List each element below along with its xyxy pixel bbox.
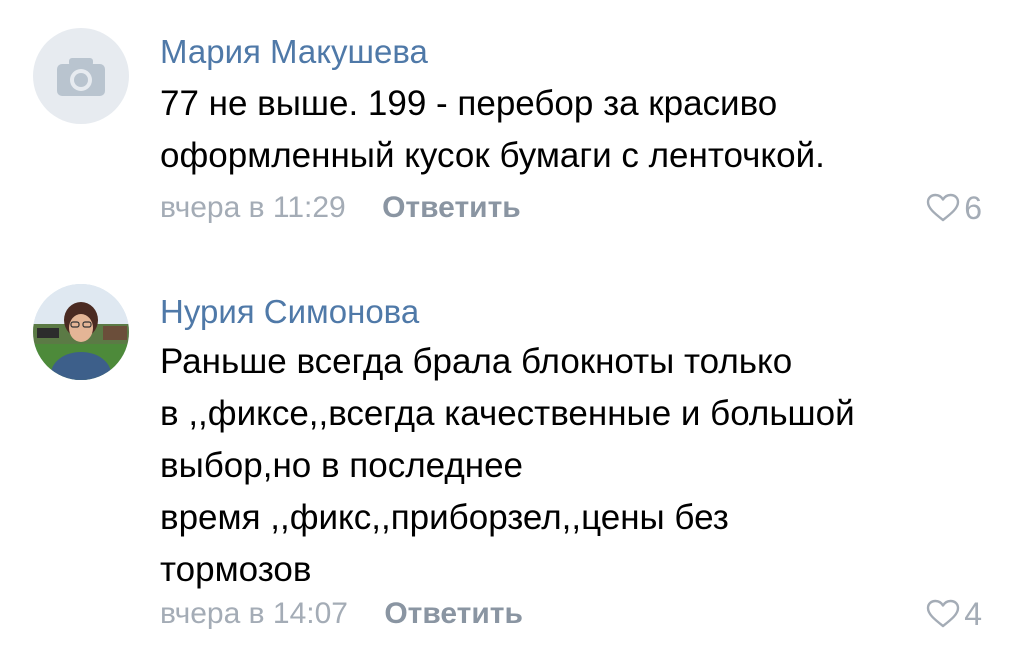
camera-icon [57, 58, 105, 96]
comment: Нурия Симонова Раньше всегда брала блокн… [0, 250, 1024, 670]
comment-text: 77 не выше. 199 - перебор за красиво офо… [160, 78, 980, 182]
user-photo [33, 284, 129, 380]
comment-meta: вчера в 11:29 Ответить [160, 190, 521, 226]
like-count: 4 [964, 596, 982, 632]
comment-text-line: 77 не выше. 199 - перебор за красиво [160, 84, 778, 123]
like-button[interactable]: 6 [926, 190, 982, 226]
heart-icon [927, 599, 960, 628]
reply-button[interactable]: Ответить [384, 597, 523, 630]
comment-timestamp[interactable]: вчера в 11:29 [160, 191, 346, 224]
comment-text-line: время ,,фикс,,приборзел,,цены без [160, 498, 729, 537]
comment-text-line: тормозов [160, 550, 312, 589]
comment-author[interactable]: Нурия Симонова [160, 292, 419, 332]
like-button[interactable]: 4 [926, 596, 982, 632]
avatar[interactable] [33, 28, 129, 124]
comment-meta: вчера в 14:07 Ответить [160, 596, 523, 632]
comment-text-line: в ,,фиксе,,всегда качественные и большой [160, 394, 855, 433]
comment-timestamp[interactable]: вчера в 14:07 [160, 597, 348, 630]
avatar[interactable] [33, 284, 129, 380]
comment-text-line: выбор,но в последнее [160, 446, 524, 485]
comment-text: Раньше всегда брала блокноты только в ,,… [160, 336, 980, 596]
comment: Мария Макушева 77 не выше. 199 - перебор… [0, 0, 1024, 250]
comment-text-line: Раньше всегда брала блокноты только [160, 342, 793, 381]
reply-button[interactable]: Ответить [382, 191, 521, 224]
comment-author[interactable]: Мария Макушева [160, 32, 428, 72]
comment-text-line: оформленный кусок бумаги с ленточкой. [160, 136, 825, 175]
like-count: 6 [964, 190, 982, 226]
heart-icon [927, 193, 960, 222]
